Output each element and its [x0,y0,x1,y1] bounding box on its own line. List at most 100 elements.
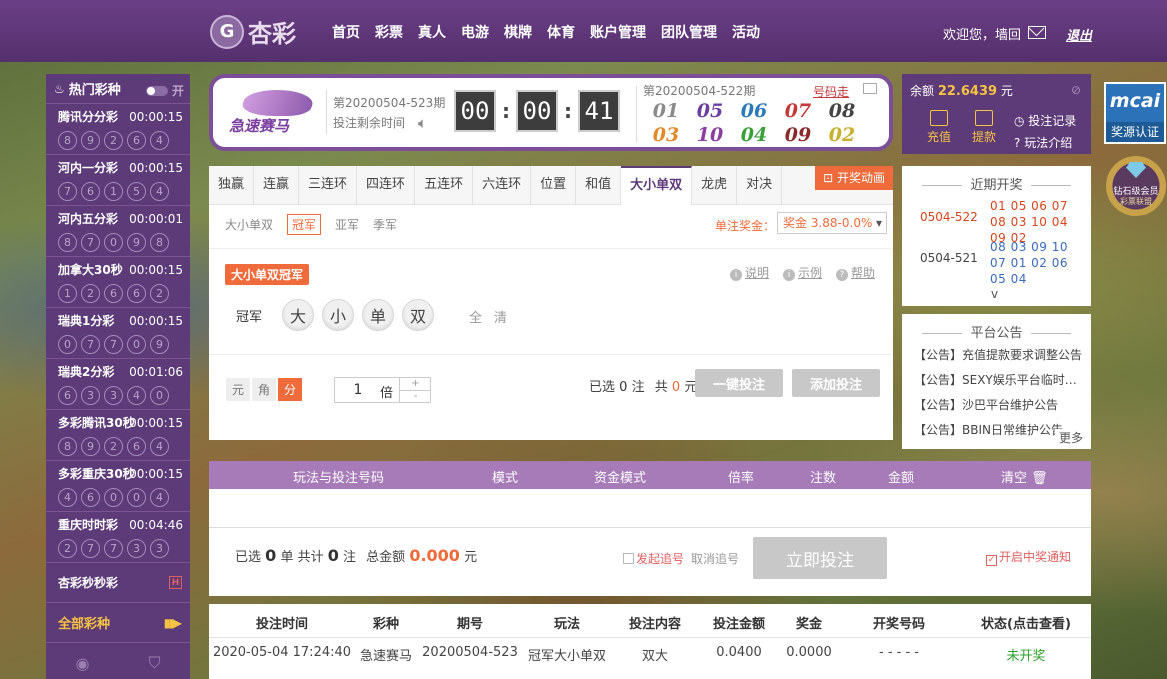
trend-link[interactable]: 号码走 [813,83,849,100]
order-list: 玩法与投注号码 模式 资金模式 倍率 注数 金额 清空 🗑︎ 已选 0 单 共计… [209,461,1091,596]
bet-record-link[interactable]: ◷ 投注记录 [1014,112,1076,129]
play-tab[interactable]: 四连环 [357,166,416,205]
col-multiplier: 倍率 [728,471,755,486]
sidebar-game-item[interactable]: 腾讯分分彩 00:00:15 8 9 2 6 4 [46,104,190,155]
add-bet-button[interactable]: 添加投注 [792,369,880,397]
nav-lottery[interactable]: 彩票 [375,22,403,42]
chart-icon[interactable] [863,83,877,94]
diamond-member-badge[interactable]: 钻石级会员 彩票联盟 [1106,156,1166,216]
play-tab[interactable]: 六连环 [473,166,532,205]
bonus-select[interactable]: 奖金 3.88-0.0% [777,212,887,234]
submit-bet-button[interactable]: 立即投注 [753,537,887,579]
win-notify-checkbox[interactable]: ✓ 开启中奖通知 [986,548,1071,566]
play-tab[interactable]: 对决 [737,166,783,205]
unit-option[interactable]: 角 [252,378,276,401]
help-link[interactable]: ? 帮助 [835,264,875,281]
result-ball: 7 [104,335,123,354]
chase-checkbox[interactable]: 发起追号 [623,550,684,567]
shield-icon[interactable]: ⛉ [148,653,160,673]
chevron-down-icon[interactable]: v [991,287,998,301]
sidebar-game-item[interactable]: 河内五分彩 00:00:01 8 7 0 9 8 [46,206,190,257]
play-tab[interactable]: 连赢 [254,166,300,205]
play-tab[interactable]: 龙虎 [692,166,738,205]
play-tab[interactable]: 五连环 [415,166,474,205]
multiplier-input[interactable]: 1 [345,382,371,398]
last-period: 第20200504-522期 [643,84,756,98]
logout-link[interactable]: 退出 [1066,25,1092,44]
play-tab[interactable]: 独赢 [209,166,255,205]
all-games-link[interactable]: 全部彩种 ▮▮▶ [46,603,190,643]
nav-sports[interactable]: 体育 [547,22,575,42]
mail-icon[interactable] [1028,26,1046,39]
nav-team[interactable]: 团队管理 [661,22,717,42]
nav-live[interactable]: 真人 [418,22,446,42]
pick-even[interactable]: 双 [402,299,434,331]
play-tab[interactable]: 大小单双 [621,166,693,205]
clear-button[interactable]: 清 [494,307,507,326]
announcement-panel: 平台公告 【公告】充值提款要求调整公告 【公告】SEXY娱乐平台临时维... 【… [902,314,1091,449]
result-ball: 9 [127,233,146,252]
sub-play-tab[interactable]: 季军 [373,216,397,233]
increase-icon[interactable]: + [399,378,431,390]
nav-account[interactable]: 账户管理 [590,22,646,42]
result-number: 01 [652,100,680,122]
pick-small[interactable]: 小 [322,299,354,331]
sidebar-game-item[interactable]: 河内一分彩 00:00:15 7 6 1 5 4 [46,155,190,206]
nav-cards[interactable]: 棋牌 [504,22,532,42]
result-ball: 4 [150,488,169,507]
sidebar-game-item[interactable]: 多彩腾讯30秒 00:00:15 8 9 2 6 4 [46,410,190,461]
notice-item[interactable]: 【公告】充值提款要求调整公告 [914,346,1084,363]
pick-big[interactable]: 大 [282,299,314,331]
sidebar-game-item[interactable]: 多彩重庆30秒 00:00:15 4 6 0 0 4 [46,461,190,512]
notice-item[interactable]: 【公告】沙巴平台维护公告 [914,396,1084,413]
divider [209,248,893,249]
cancel-chase-link[interactable]: 取消追号 [691,550,739,567]
sidebar-game-item[interactable]: 瑞典2分彩 00:01:06 6 3 3 4 0 [46,359,190,410]
draw-animation-button[interactable]: ⊡ 开奖动画 [815,166,893,190]
unit-option[interactable]: 分 [278,378,302,401]
play-tab[interactable]: 三连环 [299,166,358,205]
nav-events[interactable]: 活动 [732,22,760,42]
checkbox-checked-icon: ✓ [986,555,997,566]
result-number: 04 [740,124,768,146]
sidebar-game-item[interactable]: 瑞典1分彩 00:00:15 0 7 7 0 9 [46,308,190,359]
selected-label: 已选 [235,550,262,565]
hide-balance-icon[interactable]: ⊘ [1071,83,1081,97]
play-tab[interactable]: 位置 [531,166,577,205]
withdraw-button[interactable]: 提款 [964,110,1004,145]
sidebar-game-item[interactable]: 重庆时时彩 00:04:46 2 7 7 3 3 [46,512,190,563]
betting-panel: 独赢 连赢 三连环 四连环 五连环 六连环 位置 和值 大小单双 龙虎 对决 ⊡ 开奖动画 大小单双… [209,166,893,440]
decrease-icon[interactable]: - [399,390,431,402]
play-tab[interactable]: 和值 [576,166,622,205]
recharge-button[interactable]: 充值 [919,110,959,145]
game-result-balls: 89264 [58,437,182,456]
speaker-icon[interactable]: 🔈︎ [418,114,438,132]
notice-item[interactable]: 【公告】SEXY娱乐平台临时维... [914,371,1084,388]
sub-play-tab[interactable]: 冠军 [287,214,322,235]
sidebar-toggle[interactable]: 开 [145,82,184,99]
pick-odd[interactable]: 单 [362,299,394,331]
one-click-bet-button[interactable]: 一键投注 [695,369,783,397]
rules-link[interactable]: ? 玩法介绍 [1014,134,1072,151]
select-all-button[interactable]: 全 [469,307,482,326]
sub-play-tab[interactable]: 亚军 [335,216,359,233]
toggle-label: 开 [171,84,184,98]
countdown-timer: 00 : 00 : 41 [454,90,620,132]
sidebar-item-special[interactable]: 杏彩秒秒彩 H [46,563,190,603]
nav-slots[interactable]: 电游 [461,22,489,42]
sidebar-game-item[interactable]: 加拿大30秒 00:00:15 1 2 6 6 2 [46,257,190,308]
explain-link[interactable]: i 说明 [729,264,769,281]
sub-play-tab[interactable]: 大小单双 [225,216,273,233]
eye-icon[interactable]: ◉ [76,654,90,673]
mcai-label: 奖源认证 [1106,122,1164,142]
mcai-certification-badge[interactable]: mcai 奖源认证 [1104,82,1166,144]
nav-home[interactable]: 首页 [332,22,360,42]
result-ball: 3 [150,539,169,558]
clear-all-button[interactable]: 清空 🗑︎ [1001,467,1048,486]
status-link[interactable]: 未开奖 [1006,645,1045,664]
notice-more-link[interactable]: 更多 [1054,429,1083,446]
unit-option[interactable]: 元 [226,378,250,401]
table-row[interactable]: 2020-05-04 17:24:40 急速赛马 20200504-523 冠军… [209,638,1091,670]
example-link[interactable]: i 示例 [782,264,822,281]
site-logo[interactable]: G 杏彩 [210,14,296,49]
